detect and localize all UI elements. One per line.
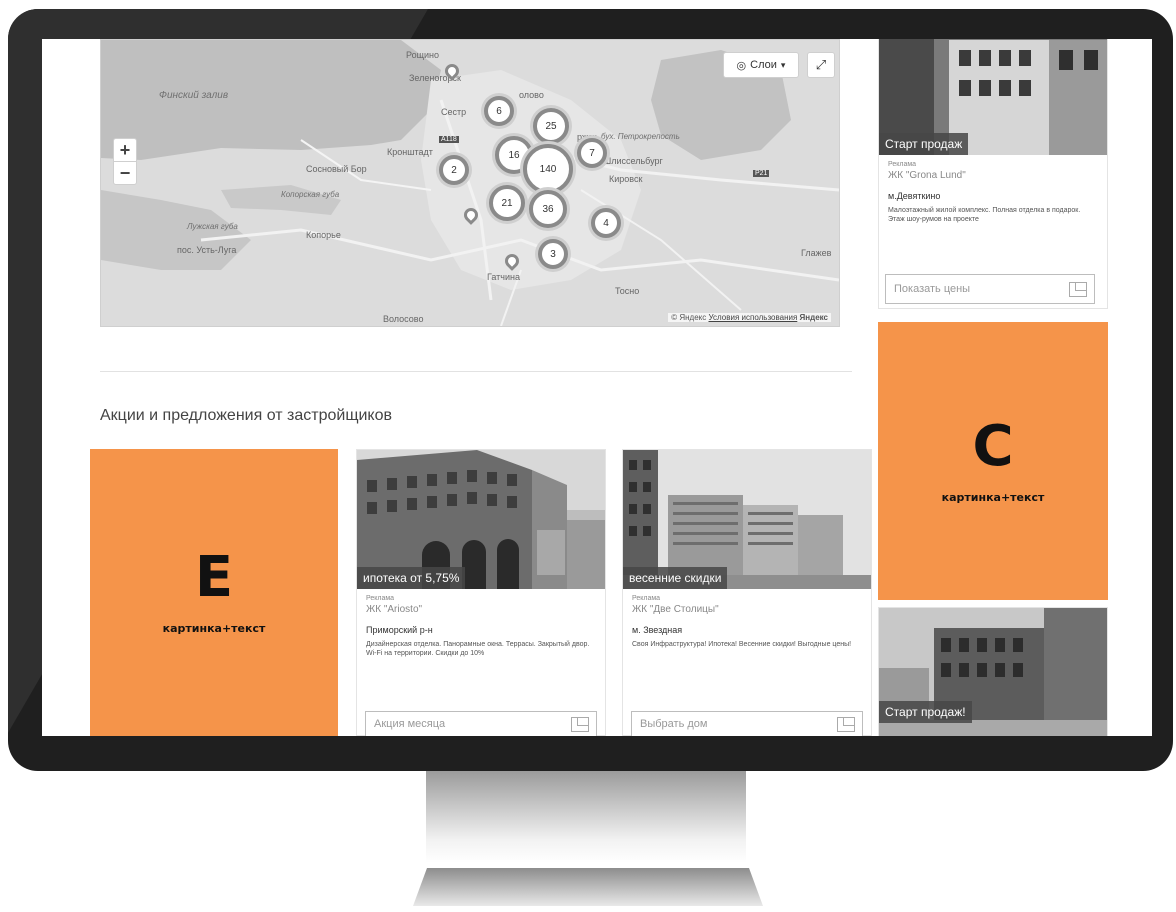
card-title[interactable]: ЖК "Grona Lund": [888, 170, 1098, 181]
map-label-sosnovy-bor: Сосновый Бор: [306, 164, 367, 174]
attribution-prefix: © Яндекс: [671, 313, 707, 322]
terms-of-use-link[interactable]: Условия использования: [709, 313, 798, 322]
map-cluster[interactable]: 140: [523, 144, 573, 194]
tile-e-caption: картинка+текст: [162, 622, 266, 635]
monitor-screen: Финский залив Рощино Зеленогорск Сестр о…: [42, 39, 1152, 736]
promo-card-ariosto[interactable]: ипотека от 5,75% Реклама ЖК "Ariosto" Пр…: [356, 449, 606, 736]
map-label-roshchino: Рощино: [406, 50, 440, 60]
show-prices-button[interactable]: Показать цены: [885, 274, 1095, 304]
chevron-down-icon: ▾: [780, 59, 786, 70]
floor-plan-icon: [837, 717, 855, 732]
map-label-kronshtadt: Кронштадт: [387, 147, 433, 157]
tile-c-caption: картинка+текст: [941, 490, 1045, 504]
zoom-out-button[interactable]: −: [114, 161, 136, 184]
layers-button[interactable]: ◎ Слои ▾: [723, 52, 799, 78]
yandex-logo[interactable]: Яндекс: [800, 313, 828, 322]
map-cluster[interactable]: 25: [533, 108, 569, 144]
map-label-glazhevo: Глажев: [801, 248, 832, 258]
card-photo-tag: весенние скидки: [623, 567, 728, 589]
card-description: Малоэтажный жилой комплекс. Полная отдел…: [888, 207, 1081, 224]
map-background: [101, 40, 839, 326]
map-label-koporskaya: Копорская губа: [281, 190, 340, 199]
map-label-shlisselburg: Шлиссельбург: [603, 156, 663, 166]
map-label-r21: Р21: [753, 170, 770, 177]
map-cluster[interactable]: 36: [529, 190, 567, 228]
map-label-gulf: Финский залив: [159, 90, 229, 101]
promo-card-dve-stolitsy[interactable]: весенние скидки Реклама ЖК "Две Столицы"…: [622, 449, 872, 736]
card-location: м. Звездная: [632, 625, 683, 635]
monitor-bezel: Финский залив Рощино Зеленогорск Сестр о…: [8, 9, 1173, 771]
map-label-tosno: Тосно: [615, 286, 640, 296]
zoom-in-button[interactable]: +: [114, 139, 136, 161]
card-photo-tag: Старт продаж!: [879, 701, 972, 723]
card-ad-label: Реклама: [366, 595, 395, 602]
map-label-kolovo: олово: [519, 90, 544, 100]
map-label-kirovsk: Кировск: [609, 174, 643, 184]
promo-card-start-sales[interactable]: Старт продаж!: [878, 607, 1108, 736]
tile-c-letter: C: [972, 413, 1014, 479]
card-action-button[interactable]: Выбрать дом: [631, 711, 863, 736]
card-button-label: Показать цены: [894, 283, 971, 295]
map-cluster[interactable]: 6: [484, 96, 514, 126]
monitor-stand-base: [413, 868, 763, 906]
monitor-stand-neck: [426, 771, 746, 863]
map-label-koporye: Копорье: [306, 230, 341, 240]
map-cluster[interactable]: 3: [538, 239, 568, 269]
map-attribution: © Яндекс Условия использования Яндекс: [668, 313, 831, 322]
card-title[interactable]: ЖК "Две Столицы": [632, 604, 862, 615]
map-label-sestroretsk: Сестр: [441, 107, 467, 117]
map-cluster[interactable]: 21: [489, 185, 525, 221]
card-description: Своя Инфраструктура! Ипотека! Весенние с…: [632, 641, 852, 648]
card-photo: ипотека от 5,75%: [357, 450, 605, 589]
fullscreen-button[interactable]: ⤢: [807, 52, 835, 78]
map-cluster[interactable]: 4: [591, 208, 621, 238]
layers-label: Слои: [750, 59, 777, 71]
card-title[interactable]: ЖК "Ariosto": [366, 604, 596, 615]
ad-tile-e[interactable]: E картинка+текст: [90, 449, 338, 736]
card-photo: весенние скидки: [623, 450, 871, 589]
map-label-neva: бух. Петрокрепость: [601, 132, 680, 141]
floor-plan-icon: [1069, 282, 1087, 297]
layers-icon: ◎: [736, 59, 747, 72]
map-label-volosovo: Волосово: [383, 314, 424, 324]
card-location: м.Девяткино: [888, 191, 941, 201]
card-action-button[interactable]: Акция месяца: [365, 711, 597, 736]
map-label-a118: А118: [439, 136, 459, 143]
card-photo-tag: Старт продаж: [879, 133, 969, 155]
card-photo-tag: ипотека от 5,75%: [357, 567, 466, 589]
card-button-label: Выбрать дом: [640, 718, 708, 730]
card-ad-label: Реклама: [632, 595, 661, 602]
tile-e-letter: E: [194, 545, 234, 610]
card-description: Дизайнерская отделка. Панорамные окна. Т…: [366, 641, 590, 658]
section-title: Акции и предложения от застройщиков: [100, 407, 392, 424]
card-photo: Старт продаж!: [879, 608, 1107, 736]
map-label-ust-luga: пос. Усть-Луга: [177, 245, 237, 255]
yandex-map[interactable]: Финский залив Рощино Зеленогорск Сестр о…: [100, 39, 840, 327]
card-location: Приморский р-н: [366, 625, 433, 635]
card-photo: Старт продаж: [879, 39, 1107, 155]
card-button-label: Акция месяца: [374, 718, 446, 730]
map-label-luzhskaya: Лужская губа: [187, 222, 238, 231]
card-ad-label: Реклама: [888, 161, 917, 168]
expand-icon: ⤢: [815, 57, 827, 72]
map-cluster[interactable]: 2: [439, 155, 469, 185]
section-divider: [100, 371, 852, 372]
promo-card-grona-lund[interactable]: Старт продаж Реклама ЖК "Grona Lund" м.Д…: [878, 39, 1108, 309]
floor-plan-icon: [571, 717, 589, 732]
ad-tile-c[interactable]: C картинка+текст: [878, 322, 1108, 600]
map-cluster[interactable]: 7: [577, 138, 607, 168]
map-label-gatchina: Гатчина: [487, 272, 520, 282]
zoom-control: + −: [113, 138, 137, 185]
